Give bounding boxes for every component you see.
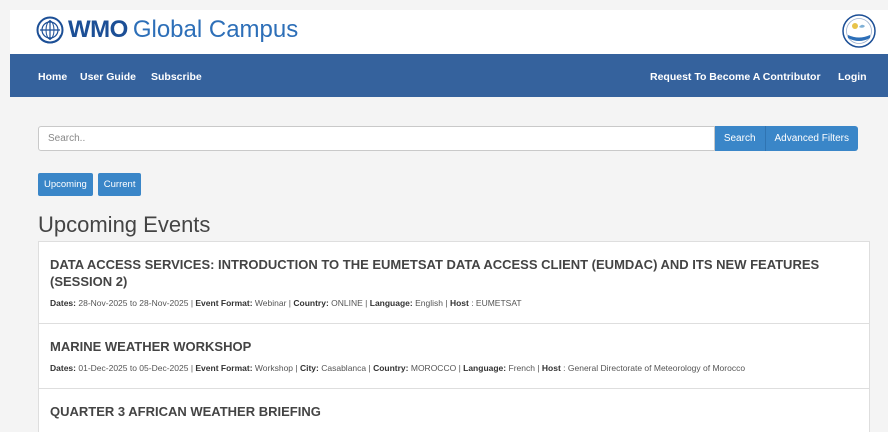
main-navbar: Home User Guide Subscribe Request To Bec… — [10, 54, 888, 97]
brand-wmo-text: WMO — [68, 16, 128, 43]
organization-seal-icon — [842, 14, 876, 48]
search-input[interactable] — [38, 126, 715, 151]
event-format: Workshop — [254, 363, 294, 373]
event-language: French — [508, 363, 535, 373]
dates-label: Dates: — [50, 363, 76, 373]
event-dates: 01-Dec-2025 to 05-Dec-2025 — [78, 363, 189, 373]
event-details: Dates: 01-Dec-2025 to 05-Dec-2025 | Even… — [50, 363, 746, 373]
event-details: Dates: 28-Nov-2025 to 28-Nov-2025 | Even… — [50, 298, 522, 308]
event-host: EUMETSAT — [475, 298, 522, 308]
country-label: Country: — [373, 363, 409, 373]
tab-upcoming[interactable]: Upcoming — [38, 173, 93, 196]
brand-bar: WMO Global Campus — [10, 10, 888, 54]
nav-subscribe-link[interactable]: Subscribe — [151, 71, 202, 83]
event-city: Casablanca — [321, 363, 367, 373]
tab-current[interactable]: Current — [97, 173, 142, 196]
event-item: MARINE WEATHER WORKSHOP Dates: 01-Dec-20… — [38, 323, 870, 389]
advanced-filters-button[interactable]: Advanced Filters — [765, 126, 858, 151]
dates-label: Dates: — [50, 298, 76, 308]
brand-title-text: Global Campus — [132, 16, 299, 43]
event-title-link[interactable]: MARINE WEATHER WORKSHOP — [50, 338, 857, 355]
event-language: English — [415, 298, 443, 308]
language-label: Language: — [369, 298, 413, 308]
brand-logo-link[interactable]: WMO Global Campus — [36, 16, 298, 44]
event-format-label: Event Format: — [195, 298, 253, 308]
event-format: Webinar — [254, 298, 287, 308]
event-format-label: Event Format: — [195, 363, 253, 373]
event-country: MOROCCO — [410, 363, 457, 373]
nav-user-guide-link[interactable]: User Guide — [80, 71, 136, 83]
city-label: City: — [299, 363, 319, 373]
event-host: General Directorate of Meteorology of Mo… — [567, 363, 746, 373]
host-label: Host — [449, 298, 469, 308]
event-title-link[interactable]: DATA ACCESS SERVICES: INTRODUCTION TO TH… — [50, 256, 857, 290]
event-title-link[interactable]: QUARTER 3 AFRICAN WEATHER BRIEFING — [50, 403, 857, 420]
host-label: Host — [541, 363, 561, 373]
search-bar: Search Advanced Filters — [38, 126, 858, 151]
page-title: Upcoming Events — [38, 212, 211, 237]
nav-home-link[interactable]: Home — [38, 71, 67, 83]
event-tabs: Upcoming Current — [38, 173, 142, 196]
event-dates: 28-Nov-2025 to 28-Nov-2025 — [78, 298, 189, 308]
events-list: DATA ACCESS SERVICES: INTRODUCTION TO TH… — [38, 241, 870, 432]
nav-become-contributor-link[interactable]: Request To Become A Contributor — [650, 71, 821, 83]
event-item: QUARTER 3 AFRICAN WEATHER BRIEFING — [38, 388, 870, 432]
search-button[interactable]: Search — [714, 126, 766, 151]
event-item: DATA ACCESS SERVICES: INTRODUCTION TO TH… — [38, 241, 870, 324]
un-emblem-icon — [36, 16, 64, 44]
event-country: ONLINE — [331, 298, 363, 308]
nav-login-link[interactable]: Login — [838, 71, 867, 83]
country-label: Country: — [293, 298, 329, 308]
language-label: Language: — [463, 363, 507, 373]
